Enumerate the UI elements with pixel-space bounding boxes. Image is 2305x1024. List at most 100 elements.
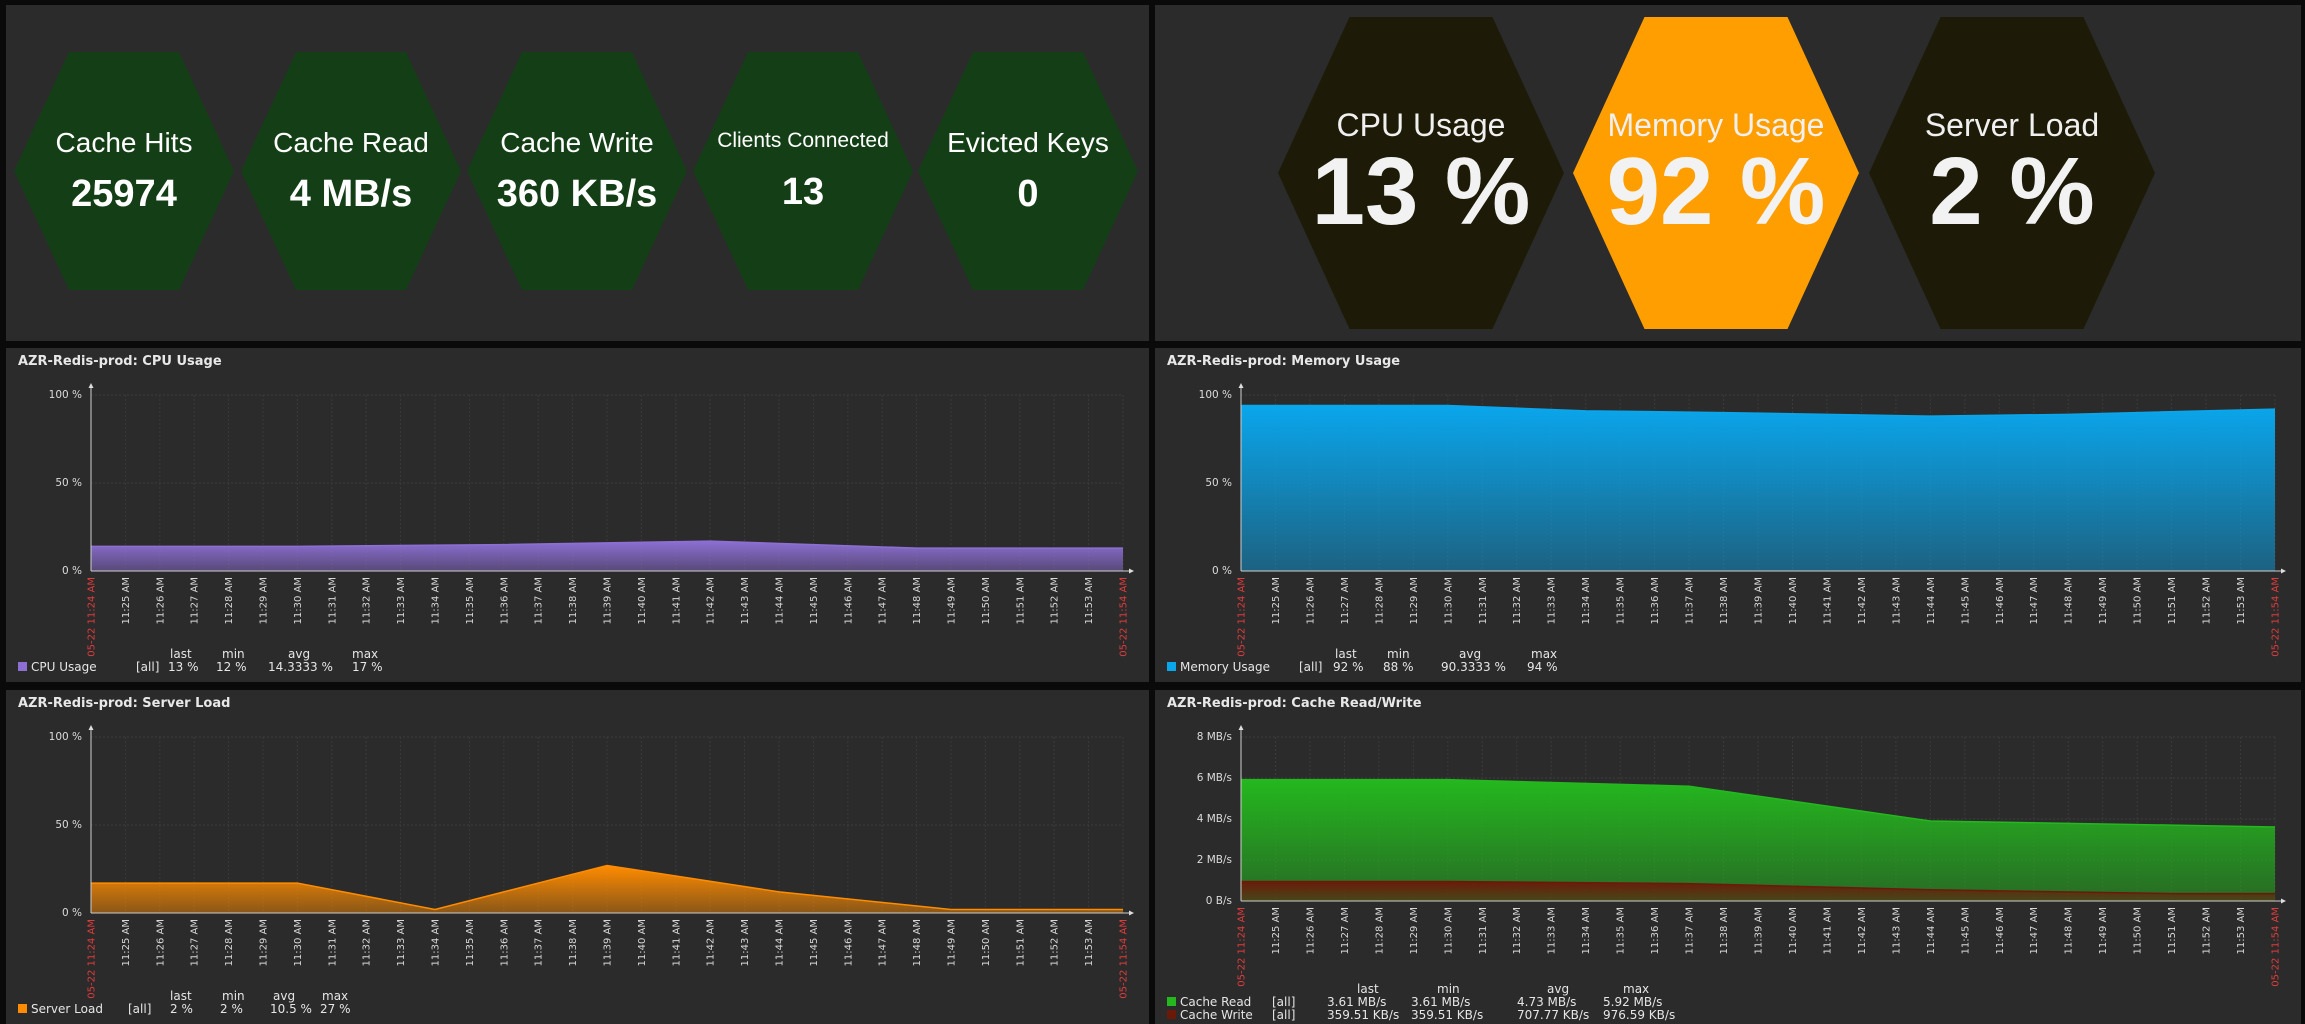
x-tick-label: 11:30 AM: [293, 577, 304, 624]
x-tick-label: 11:46 AM: [1995, 577, 2006, 624]
x-tick-label: 11:34 AM: [1581, 577, 1592, 624]
y-tick-label: 100 %: [1199, 389, 1232, 401]
legend-name: Cache Read: [1180, 995, 1252, 1009]
legend-min: 359.51 KB/s: [1411, 1008, 1484, 1022]
y-axis-arrow: [88, 383, 94, 388]
x-tick-label: 11:53 AM: [2236, 577, 2247, 624]
x-tick-label: 11:27 AM: [1340, 577, 1351, 624]
x-label-start: 05-22 11:24 AM: [87, 577, 98, 657]
x-tick-label: 11:25 AM: [1271, 907, 1282, 954]
x-tick-label: 11:41 AM: [1822, 577, 1833, 624]
legend-min: 3.61 MB/s: [1411, 995, 1471, 1009]
x-label-end: 05-22 11:54 AM: [1119, 919, 1130, 999]
legend-header-min: min: [1437, 982, 1460, 996]
x-tick-label: 11:44 AM: [775, 577, 786, 624]
memory-usage-chart: 100 % 50 % 0 % 05-22 11:24 AM 11:25 AM 11:26 …: [1199, 383, 2286, 657]
legend-header-last: last: [170, 989, 192, 1003]
x-tick-label: 11:43 AM: [740, 919, 751, 966]
stats-panel-right: CPU Usage 13 % Memory Usage 92 % Server Lo…: [1155, 5, 2301, 341]
x-tick-label: 11:38 AM: [568, 919, 579, 966]
x-label-end: 05-22 11:54 AM: [2271, 907, 2282, 987]
stat-label: Cache Read: [273, 126, 429, 158]
x-tick-label: 11:40 AM: [637, 919, 648, 966]
x-tick-label: 11:52 AM: [1050, 577, 1061, 624]
legend-last: 3.61 MB/s: [1327, 995, 1387, 1009]
x-tick-label: 11:50 AM: [2133, 907, 2144, 954]
legend-swatch: [1167, 662, 1176, 671]
x-tick-label: 11:42 AM: [1857, 907, 1868, 954]
legend-name: Cache Write: [1180, 1008, 1253, 1022]
x-tick-label: 11:36 AM: [499, 577, 510, 624]
legend-swatch: [18, 662, 27, 671]
series-area-server-load: [91, 865, 1123, 913]
x-tick-label: 11:29 AM: [1409, 577, 1420, 624]
legend-min: 88 %: [1383, 660, 1414, 674]
legend-header-min: min: [222, 989, 245, 1003]
x-axis-arrow: [1129, 910, 1134, 916]
legend-scope: [all]: [128, 1002, 152, 1016]
x-tick-label: 11:39 AM: [1754, 907, 1765, 954]
x-tick-label: 11:35 AM: [1616, 907, 1627, 954]
x-tick-label: 11:33 AM: [396, 919, 407, 966]
x-tick-label: 11:50 AM: [981, 577, 992, 624]
x-tick-label: 11:29 AM: [259, 577, 270, 624]
x-tick-label: 11:45 AM: [809, 577, 820, 624]
x-tick-label: 11:47 AM: [878, 577, 889, 624]
y-tick-label: 0 %: [62, 565, 82, 577]
legend-swatch: [1167, 1010, 1176, 1019]
x-tick-label: 11:48 AM: [2064, 907, 2075, 954]
x-tick-label: 11:38 AM: [1719, 577, 1730, 624]
x-tick-label: 11:34 AM: [1581, 907, 1592, 954]
x-tick-label: 11:51 AM: [1015, 919, 1026, 966]
x-label-end: 05-22 11:54 AM: [2271, 577, 2282, 657]
x-tick-label: 11:49 AM: [947, 577, 958, 624]
x-tick-label: 11:53 AM: [2236, 907, 2247, 954]
y-tick-label: 50 %: [55, 819, 82, 831]
stat-tile-cpu-usage: CPU Usage 13 %: [1278, 17, 1564, 329]
x-tick-label: 11:27 AM: [1340, 907, 1351, 954]
y-tick-label: 50 %: [55, 477, 82, 489]
x-tick-label: 11:43 AM: [1891, 577, 1902, 624]
x-label-end: 05-22 11:54 AM: [1119, 577, 1130, 657]
legend-avg: 707.77 KB/s: [1517, 1008, 1590, 1022]
x-tick-label: 11:31 AM: [1478, 907, 1489, 954]
legend-name: CPU Usage: [31, 660, 97, 674]
x-tick-label: 11:43 AM: [1891, 907, 1902, 954]
legend-header-max: max: [1623, 982, 1650, 996]
x-tick-label: 11:33 AM: [1547, 577, 1558, 624]
stat-tile-evicted-keys: Evicted Keys 0: [918, 52, 1138, 290]
x-tick-label: 11:45 AM: [809, 919, 820, 966]
legend-last: 2 %: [170, 1002, 193, 1016]
x-tick-label: 11:31 AM: [327, 919, 338, 966]
x-tick-label: 11:39 AM: [603, 919, 614, 966]
x-tick-label: 11:29 AM: [259, 919, 270, 966]
x-tick-label: 11:35 AM: [1616, 577, 1627, 624]
x-tick-label: 11:28 AM: [1374, 577, 1385, 624]
stat-label: Cache Hits: [55, 126, 193, 158]
stat-value: 13 %: [1311, 137, 1531, 245]
legend-last: 13 %: [168, 660, 199, 674]
stat-label: Cache Write: [500, 126, 654, 158]
y-tick-label: 4 MB/s: [1197, 813, 1232, 825]
x-tick-label: 11:32 AM: [362, 919, 373, 966]
x-tick-label: 11:48 AM: [2064, 577, 2075, 624]
x-axis-arrow: [2281, 568, 2286, 574]
x-tick-label: 11:30 AM: [293, 919, 304, 966]
x-tick-label: 11:49 AM: [947, 919, 958, 966]
x-tick-label: 11:51 AM: [1015, 577, 1026, 624]
legend-header-avg: avg: [1459, 647, 1482, 661]
legend-header-last: last: [1335, 647, 1357, 661]
stat-tile-cache-hits: Cache Hits 25974: [14, 52, 234, 290]
x-tick-label: 11:40 AM: [637, 577, 648, 624]
x-tick-label: 11:39 AM: [1754, 577, 1765, 624]
x-tick-label: 11:41 AM: [1822, 907, 1833, 954]
legend-header-min: min: [222, 647, 245, 661]
legend-avg: 4.73 MB/s: [1517, 995, 1577, 1009]
y-tick-label: 2 MB/s: [1197, 854, 1232, 866]
x-tick-label: 11:41 AM: [671, 577, 682, 624]
cpu-usage-chart: 100 % 50 % 0 % 05-22 11:24 AM 11:25 AM 11:26 …: [49, 383, 1134, 657]
x-tick-label: 11:40 AM: [1788, 907, 1799, 954]
cache-read-write-chart: 8 MB/s 6 MB/s 4 MB/s 2 MB/s 0 B/s 05-22 11:24…: [1197, 725, 2286, 987]
stat-tile-server-load: Server Load 2 %: [1869, 17, 2155, 329]
x-tick-label: 11:53 AM: [1084, 577, 1095, 624]
